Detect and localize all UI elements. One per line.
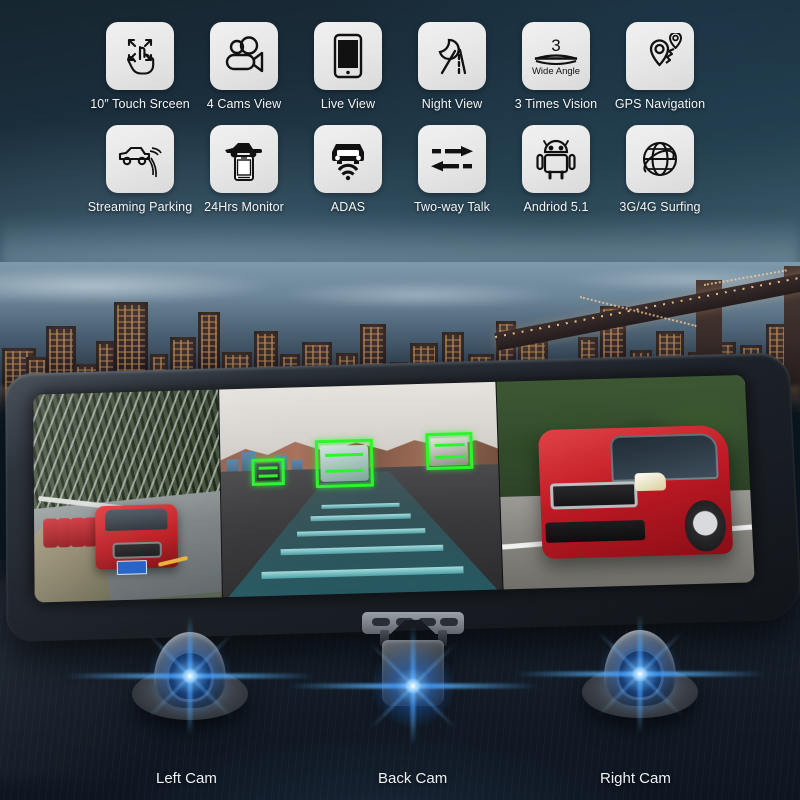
smartphone-icon[interactable] [314,22,382,90]
camera-lens [616,648,664,700]
camera-back[interactable]: Back Cam [288,612,538,787]
feature-gps-navigation[interactable]: GPS Navigation [615,22,705,111]
right-pane-red-sedan [538,424,734,559]
car-front-radar-icon[interactable] [314,125,382,193]
feature-network-surfing[interactable]: 3G/4G Surfing [619,125,701,214]
camera-label-left: Left Cam [156,770,217,787]
feature-android-version[interactable]: Andriod 5.1 [519,125,593,214]
touch-gesture-icon[interactable] [106,22,174,90]
feature-label: ADAS [330,200,366,214]
feature-live-view[interactable]: Live View [311,22,385,111]
feature-four-cams-view[interactable]: 4 Cams View [207,22,281,111]
feature-label: 10″ Touch Srceen [90,97,190,111]
camera-right[interactable]: Right Cam [515,614,765,787]
adas-detection-box-left [251,457,286,486]
feature-label: 3 Times Vision [514,97,598,111]
sedan-windshield [610,432,719,482]
adas-detection-box-center [314,438,375,489]
camera-mount-bracket [362,612,464,634]
feature-row-2: Streaming Parking 24Hrs Monitor ADAS Two… [0,125,800,214]
product-marketing-image: 10″ Touch Srceen 4 Cams View Live View N… [0,0,800,800]
sedan-headlight [634,472,666,492]
camera-label-back: Back Cam [378,770,448,787]
feature-label: Two-way Talk [414,200,490,214]
sedan-wheel [683,499,728,553]
camera-left[interactable]: Left Cam [65,616,315,787]
feature-touch-screen[interactable]: 10″ Touch Srceen [90,22,190,111]
display-pane-left-camera[interactable] [33,389,223,603]
video-camera-icon[interactable] [210,22,278,90]
left-pane-car-queue [43,517,98,548]
feature-label: 4 Cams View [206,97,282,111]
feature-three-times-vision[interactable]: 3 Wide Angle 3 Times Vision [515,22,597,111]
feature-label: Streaming Parking [87,200,193,214]
android-robot-icon[interactable] [522,125,590,193]
rearview-mirror[interactable] [5,352,800,643]
car-phone-monitor-icon[interactable] [210,125,278,193]
camera-lens [166,650,214,702]
feature-icon-grid: 10″ Touch Srceen 4 Cams View Live View N… [0,22,800,214]
dome-camera-body [515,614,765,734]
globe-network-icon[interactable] [626,125,694,193]
dome-camera-body [65,616,315,736]
sedan-bumper [545,519,646,544]
left-pane-license-plate [116,559,147,576]
feature-label: 24Hrs Monitor [204,200,284,214]
moon-road-icon[interactable] [418,22,486,90]
svg-text:Wide Angle: Wide Angle [532,66,580,77]
display-pane-adas-front[interactable] [218,381,503,598]
camera-label-right: Right Cam [600,770,671,787]
feature-label: Andriod 5.1 [523,200,589,214]
feature-two-way-talk[interactable]: Two-way Talk [414,125,490,214]
sedan-grille [549,481,638,510]
svg-text:3: 3 [551,36,560,55]
feature-label: GPS Navigation [614,97,706,111]
feature-label: 3G/4G Surfing [619,200,701,214]
two-way-arrows-icon[interactable] [418,125,486,193]
feature-adas[interactable]: ADAS [311,125,385,214]
feature-streaming-parking[interactable]: Streaming Parking [88,125,192,214]
adas-detection-box-right [425,431,474,471]
feature-label: Live View [320,97,376,111]
map-pins-route-icon[interactable] [626,22,694,90]
car-parking-sensor-icon[interactable] [106,125,174,193]
feature-label: Night View [421,97,483,111]
feature-24hrs-monitor[interactable]: 24Hrs Monitor [204,125,284,214]
license-plate-camera-body [288,612,538,746]
camera-housing [382,640,444,706]
camera-modules: Left Cam Back Cam Right Cam [0,600,800,800]
feature-row-1: 10″ Touch Srceen 4 Cams View Live View N… [0,22,800,111]
mirror-display-screen[interactable] [33,374,755,603]
feature-night-view[interactable]: Night View [415,22,489,111]
display-pane-right-camera[interactable] [495,374,755,590]
wide-angle-lens-icon[interactable]: 3 Wide Angle [522,22,590,90]
